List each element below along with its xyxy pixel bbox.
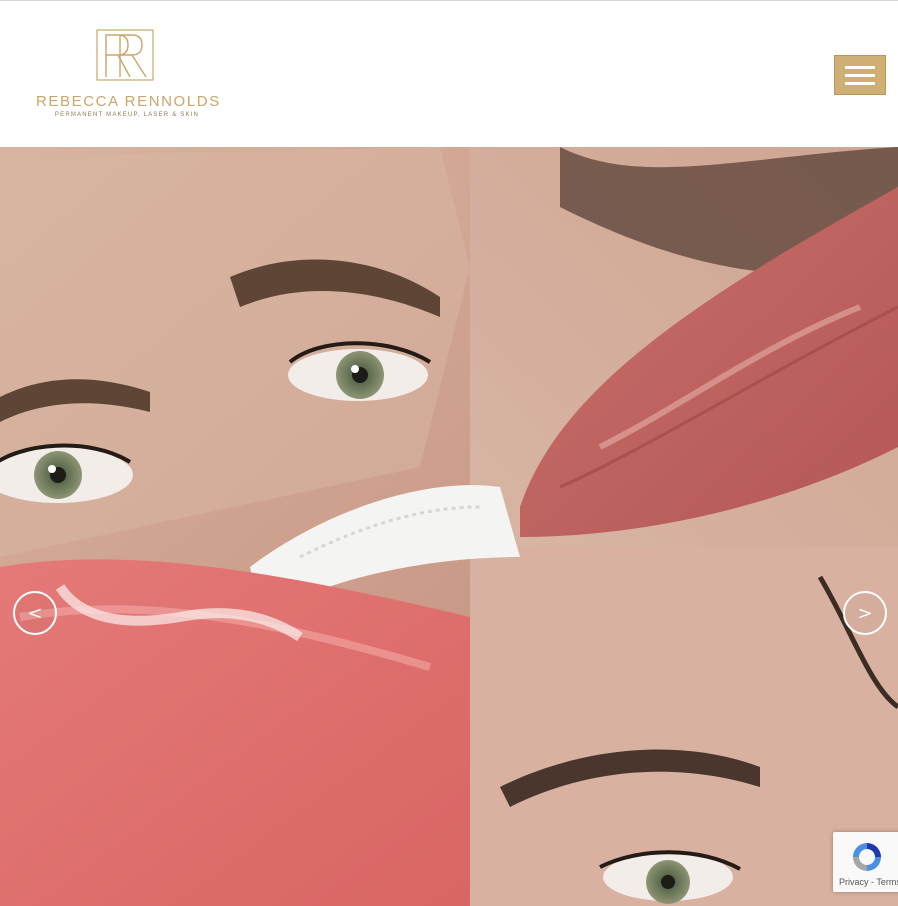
brand-logo[interactable]: REBECCA RENNOLDS PERMANENT MAKEUP, LASER… [36,29,221,123]
logo-monogram [96,29,154,81]
recaptcha-links: Privacy - Terms [839,877,898,887]
hero-photo [0,147,898,906]
hero-slider: < > [0,147,898,906]
recaptcha-badge[interactable]: Privacy - Terms [833,832,898,892]
brand-name: REBECCA RENNOLDS [36,93,221,110]
recaptcha-icon [853,843,881,871]
slider-prev-button[interactable]: < [13,591,57,635]
hamburger-menu-button[interactable] [834,55,886,95]
recaptcha-privacy-link[interactable]: Privacy [839,877,869,887]
brand-tagline: PERMANENT MAKEUP, LASER & SKIN [54,112,200,118]
site-header: REBECCA RENNOLDS PERMANENT MAKEUP, LASER… [0,1,898,147]
slider-next-button[interactable]: > [843,591,887,635]
hamburger-menu-icon [845,65,875,69]
recaptcha-terms-link[interactable]: Terms [876,877,898,887]
